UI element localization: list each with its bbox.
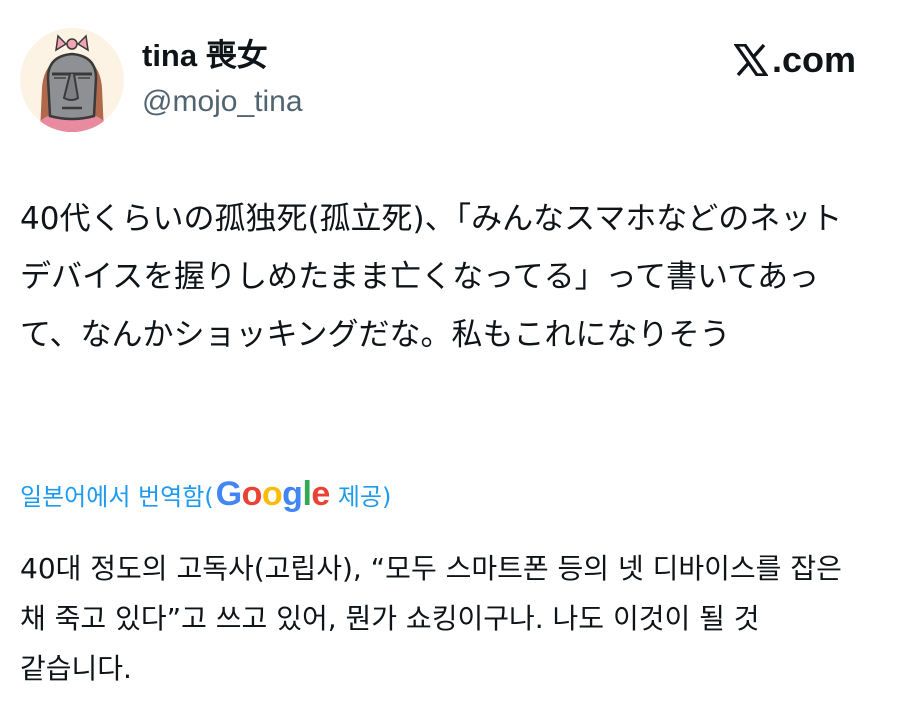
brand-logo: .com bbox=[733, 38, 856, 82]
google-letter-2: o bbox=[241, 474, 263, 513]
avatar[interactable] bbox=[20, 28, 124, 132]
user-handle[interactable]: @mojo_tina bbox=[142, 82, 303, 122]
tweet-header: tina 喪女 @mojo_tina .com bbox=[20, 28, 880, 132]
translation-suffix: 제공) bbox=[337, 482, 392, 511]
brand-domain: .com bbox=[771, 39, 856, 80]
author-names: tina 喪女 @mojo_tina bbox=[142, 36, 303, 122]
display-name[interactable]: tina 喪女 bbox=[142, 36, 303, 76]
google-letter-6: e bbox=[311, 474, 330, 513]
x-logo-icon bbox=[733, 44, 768, 76]
translation-prefix: 일본어에서 번역함( bbox=[20, 482, 214, 511]
google-letter-4: g bbox=[282, 474, 303, 513]
google-letter-1: G bbox=[215, 474, 242, 513]
translation-attribution[interactable]: 일본어에서 번역함( Google 제공) bbox=[20, 472, 391, 516]
moai-girl-avatar-icon bbox=[32, 34, 112, 132]
google-logo: Google bbox=[215, 474, 331, 514]
translated-tweet-body: 40대 정도의 고독사(고립사), “모두 스마트폰 등의 넷 디바이스를 잡은… bbox=[20, 552, 842, 685]
google-letter-3: o bbox=[261, 474, 283, 513]
tweet-body: 40代くらいの孤独死(孤立死)、「みんなスマホなどのネットデバイスを握りしめたま… bbox=[20, 201, 843, 353]
